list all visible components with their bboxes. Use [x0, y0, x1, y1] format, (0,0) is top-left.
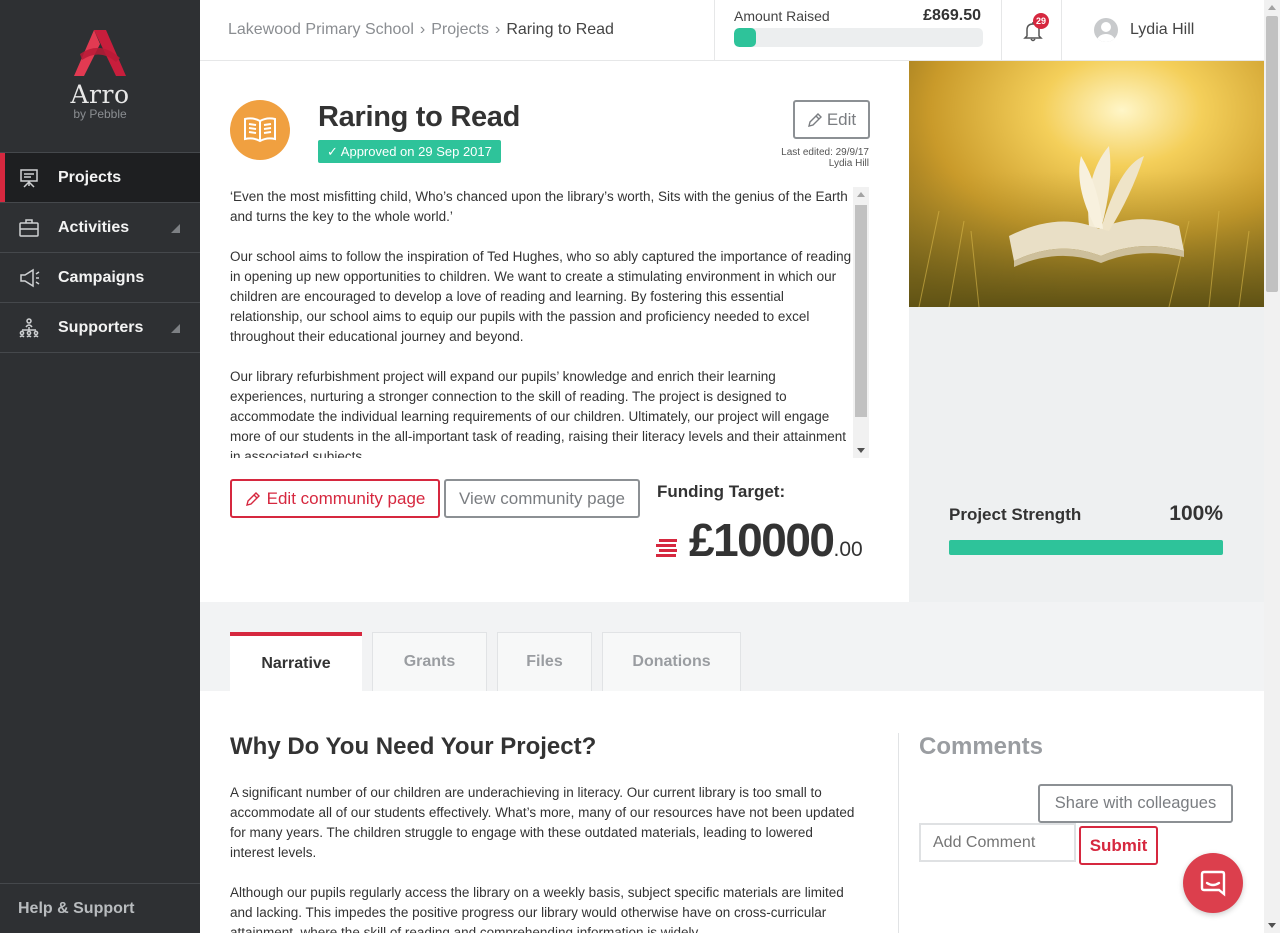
- project-side-panel: Project Strength 100%: [909, 61, 1264, 602]
- breadcrumb-separator: ›: [419, 21, 426, 38]
- sidebar-item-projects[interactable]: Projects: [0, 153, 200, 203]
- chat-launcher-button[interactable]: [1183, 853, 1243, 913]
- narrative-panel: Why Do You Need Your Project? A signific…: [200, 691, 1264, 933]
- submit-comment-button[interactable]: Submit: [1079, 826, 1158, 865]
- user-name: Lydia Hill: [1130, 21, 1195, 38]
- narrative-paragraph: A significant number of our children are…: [230, 785, 855, 860]
- amount-raised-label: Amount Raised: [734, 8, 830, 24]
- description-paragraph: ‘Even the most misfitting child, Who’s c…: [230, 189, 848, 224]
- narrative-paragraph: Although our pupils regularly access the…: [230, 885, 844, 933]
- amount-raised-progress: [734, 28, 983, 47]
- help-support-link[interactable]: Help & Support: [0, 883, 200, 933]
- coins-stack-icon: [656, 539, 677, 557]
- breadcrumb-projects[interactable]: Projects: [431, 21, 489, 39]
- sidebar-item-label: Campaigns: [58, 268, 145, 286]
- funding-target-amount: £10000 .00: [655, 513, 863, 567]
- tab-narrative[interactable]: Narrative: [230, 632, 362, 691]
- sidebar-item-supporters[interactable]: Supporters: [0, 303, 200, 353]
- page-scrollbar[interactable]: [1264, 0, 1280, 933]
- description-scrollbar-thumb[interactable]: [855, 205, 867, 417]
- view-community-page-button[interactable]: View community page: [444, 479, 640, 518]
- sidebar-item-activities[interactable]: Activities: [0, 203, 200, 253]
- open-book-icon: [244, 117, 276, 143]
- narrative-text: A significant number of our children are…: [230, 783, 860, 933]
- project-title: Raring to Read: [318, 101, 521, 133]
- description-scrollbar[interactable]: [853, 187, 869, 458]
- expand-caret-icon: [171, 324, 180, 333]
- project-icon: [230, 100, 290, 160]
- project-strength-progress-fill: [949, 540, 1223, 555]
- funding-target-cents: .00: [833, 538, 863, 561]
- project-photo: [909, 61, 1264, 307]
- briefcase-icon: [19, 219, 39, 237]
- section-title: Why Do You Need Your Project?: [230, 733, 597, 760]
- pencil-icon: [807, 112, 822, 127]
- description-paragraph: Our library refurbishment project will e…: [230, 369, 847, 458]
- last-edited-by: Lydia Hill: [828, 158, 869, 169]
- comments-title: Comments: [919, 733, 1044, 760]
- top-bar: Lakewood Primary School › Projects › Rar…: [200, 0, 1264, 61]
- comment-input[interactable]: [919, 823, 1076, 862]
- scroll-up-arrow-icon[interactable]: [1268, 5, 1276, 10]
- description-paragraph: Our school aims to follow the inspiratio…: [230, 249, 852, 344]
- project-card: Raring to Read ✓ Approved on 29 Sep 2017…: [200, 61, 909, 602]
- brand-name: Arro: [70, 80, 130, 109]
- brand-logo[interactable]: Arro by Pebble: [0, 0, 200, 153]
- open-book-in-field-image: [909, 61, 1264, 307]
- megaphone-icon: [20, 268, 40, 288]
- people-network-icon: [19, 318, 39, 338]
- amount-raised-progress-fill: [734, 28, 756, 47]
- scroll-down-arrow-icon[interactable]: [1268, 923, 1276, 928]
- sidebar-item-label: Projects: [58, 168, 122, 186]
- sidebar-item-label: Activities: [58, 218, 130, 236]
- share-with-colleagues-button[interactable]: Share with colleagues: [1038, 784, 1233, 823]
- scroll-up-arrow-icon[interactable]: [857, 192, 865, 197]
- edit-community-label: Edit community page: [266, 488, 426, 508]
- sidebar-item-campaigns[interactable]: Campaigns: [0, 253, 200, 303]
- last-edited-date: Last edited: 29/9/17: [781, 147, 869, 158]
- chat-bubble-icon: [1200, 870, 1226, 897]
- expand-caret-icon: [171, 224, 180, 233]
- edit-project-button[interactable]: Edit: [793, 100, 870, 139]
- breadcrumb-separator: ›: [495, 21, 501, 38]
- breadcrumb-current: Raring to Read: [506, 21, 614, 38]
- notifications-button[interactable]: 29: [1002, 0, 1062, 60]
- arro-logo-icon: [74, 30, 126, 76]
- scroll-down-arrow-icon[interactable]: [857, 448, 865, 453]
- notification-count-badge: 29: [1033, 13, 1049, 29]
- project-description-text: ‘Even the most misfitting child, Who’s c…: [230, 187, 852, 458]
- tab-grants[interactable]: Grants: [372, 632, 487, 691]
- funding-target-label: Funding Target:: [657, 482, 786, 501]
- status-badge-label: Approved on 29 Sep 2017: [340, 144, 492, 159]
- brand-sub: by Pebble: [73, 107, 127, 121]
- status-badge: ✓ Approved on 29 Sep 2017: [318, 140, 501, 163]
- sidebar: Arro by Pebble Projects Activities Campa…: [0, 0, 200, 933]
- sidebar-item-label: Supporters: [58, 318, 144, 336]
- project-tabs: Narrative Grants Files Donations: [230, 632, 741, 691]
- amount-raised-widget: Amount Raised £869.50: [714, 0, 1002, 60]
- tab-donations[interactable]: Donations: [602, 632, 741, 691]
- user-menu[interactable]: Lydia Hill: [1094, 18, 1194, 42]
- presentation-board-icon: [20, 169, 38, 188]
- project-strength-value: 100%: [1169, 502, 1223, 525]
- project-description[interactable]: ‘Even the most misfitting child, Who’s c…: [230, 187, 869, 458]
- breadcrumb: Lakewood Primary School › Projects › Rar…: [228, 21, 614, 39]
- funding-target-value: £10000: [689, 514, 835, 566]
- tab-files[interactable]: Files: [497, 632, 592, 691]
- edit-label: Edit: [826, 109, 857, 129]
- pencil-icon: [245, 491, 260, 506]
- checkmark-icon: ✓: [327, 144, 341, 159]
- edit-community-page-button[interactable]: Edit community page: [230, 479, 440, 518]
- breadcrumb-school[interactable]: Lakewood Primary School: [228, 21, 414, 39]
- divider: [898, 733, 899, 933]
- avatar: [1094, 18, 1118, 42]
- page-scrollbar-thumb[interactable]: [1266, 16, 1278, 292]
- project-strength-label: Project Strength: [949, 505, 1082, 524]
- amount-raised-value: £869.50: [923, 7, 981, 24]
- last-edited-info: Last edited: 29/9/17 Lydia Hill: [781, 147, 869, 169]
- project-strength-progress: [949, 540, 1223, 555]
